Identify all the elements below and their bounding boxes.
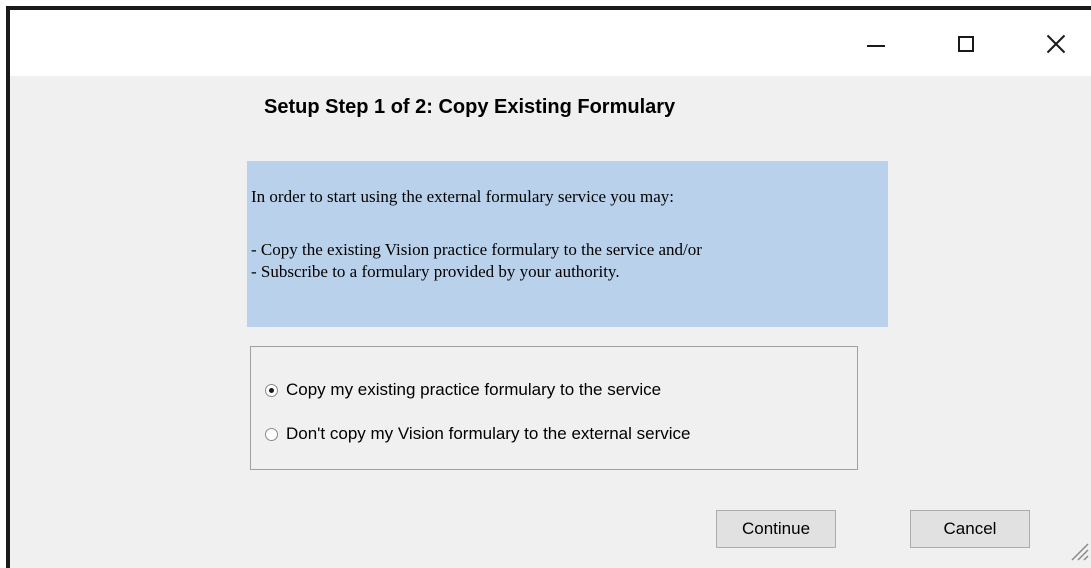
continue-button[interactable]: Continue xyxy=(716,510,836,548)
radio-selected-icon[interactable] xyxy=(265,383,278,397)
maximize-icon xyxy=(958,36,974,52)
radio-copy-formulary-label[interactable]: Copy my existing practice formulary to t… xyxy=(286,380,661,400)
radio-dont-copy-formulary[interactable]: Don't copy my Vision formulary to the ex… xyxy=(265,424,691,444)
maximize-button[interactable] xyxy=(941,26,991,62)
info-intro-text: In order to start using the external for… xyxy=(251,187,674,206)
close-icon xyxy=(1045,33,1067,55)
setup-dialog-window: Setup Step 1 of 2: Copy Existing Formula… xyxy=(6,6,1091,568)
minimize-button[interactable] xyxy=(851,26,901,62)
info-panel: In order to start using the external for… xyxy=(247,161,888,327)
close-button[interactable] xyxy=(1031,26,1081,62)
cancel-button[interactable]: Cancel xyxy=(910,510,1030,548)
radio-copy-formulary[interactable]: Copy my existing practice formulary to t… xyxy=(265,380,661,400)
step-title: Setup Step 1 of 2: Copy Existing Formula… xyxy=(264,96,676,118)
info-option-copy-text: - Copy the existing Vision practice form… xyxy=(251,240,702,259)
minimize-icon xyxy=(867,45,885,47)
resize-grip-icon[interactable] xyxy=(1066,538,1090,562)
info-option-subscribe-text: - Subscribe to a formulary provided by y… xyxy=(251,262,620,281)
title-bar xyxy=(10,10,1091,76)
radio-dont-copy-formulary-label[interactable]: Don't copy my Vision formulary to the ex… xyxy=(286,424,691,444)
radio-unselected-icon[interactable] xyxy=(265,427,278,441)
copy-options-group: Copy my existing practice formulary to t… xyxy=(250,346,858,470)
